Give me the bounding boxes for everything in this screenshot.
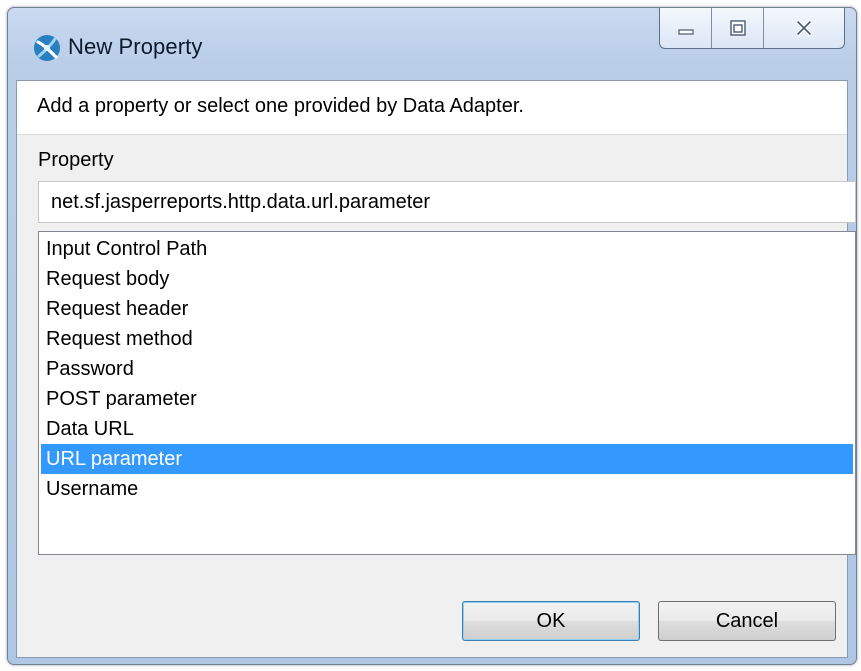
jaspersoft-studio-icon <box>34 35 60 61</box>
close-button[interactable] <box>764 8 844 48</box>
close-icon <box>796 20 812 36</box>
list-item-request-header[interactable]: Request header <box>41 294 853 324</box>
title-bar[interactable]: New Property <box>8 8 856 80</box>
list-item-request-body[interactable]: Request body <box>41 264 853 294</box>
property-list[interactable]: Input Control Path Request body Request … <box>38 231 856 555</box>
minimize-button[interactable] <box>660 8 712 48</box>
banner-message: Add a property or select one provided by… <box>37 95 524 117</box>
window-title: New Property <box>68 34 203 59</box>
list-item-password[interactable]: Password <box>41 354 853 384</box>
list-item-input-control-path[interactable]: Input Control Path <box>41 234 853 264</box>
message-banner: Add a property or select one provided by… <box>17 81 847 135</box>
cancel-button[interactable]: Cancel <box>658 601 836 641</box>
list-item-username[interactable]: Username <box>41 474 853 504</box>
caption-buttons <box>659 8 845 49</box>
list-item-data-url[interactable]: Data URL <box>41 414 853 444</box>
list-item-request-method[interactable]: Request method <box>41 324 853 354</box>
list-item-post-parameter[interactable]: POST parameter <box>41 384 853 414</box>
maximize-icon <box>729 20 746 36</box>
maximize-button[interactable] <box>712 8 764 48</box>
ok-button[interactable]: OK <box>462 601 640 641</box>
property-input[interactable] <box>38 181 856 223</box>
dialog-content: Add a property or select one provided by… <box>16 80 856 658</box>
dialog-window: New Property Add a property or select on… <box>7 7 857 665</box>
property-label: Property <box>38 149 114 171</box>
list-item-url-parameter[interactable]: URL parameter <box>41 444 853 474</box>
minimize-icon <box>677 29 694 35</box>
